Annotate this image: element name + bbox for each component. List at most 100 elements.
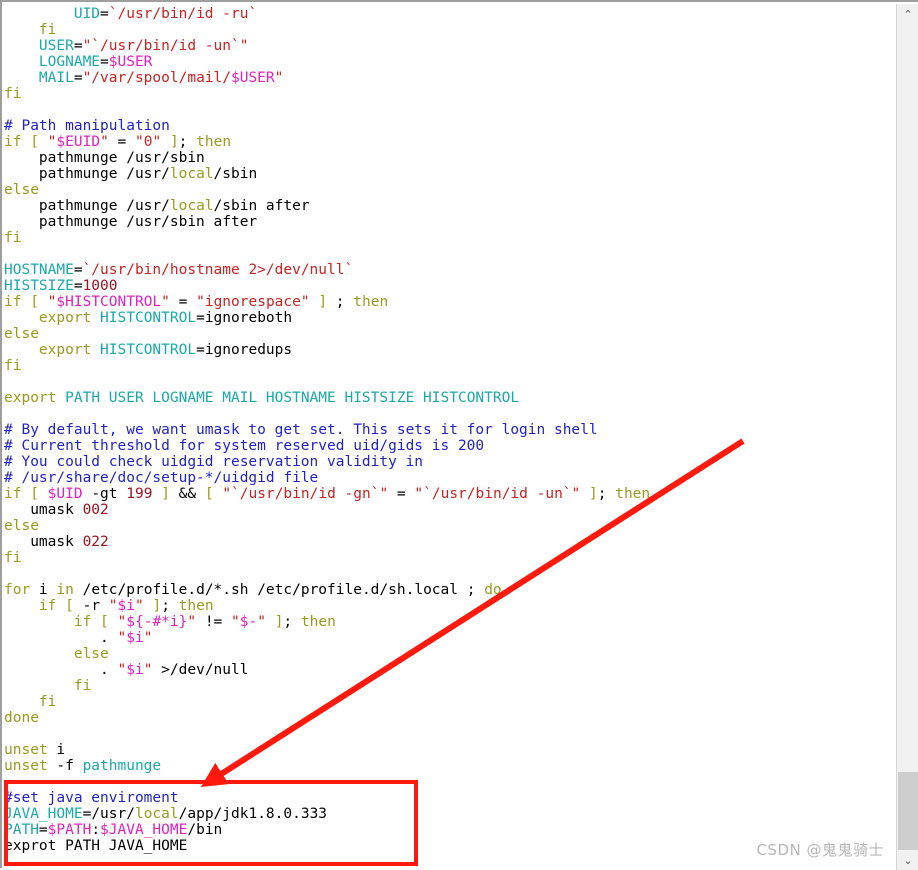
code-token-kw: fi [38,694,57,710]
code-token-dollar: $USER [108,54,153,70]
code-token-var: HISTCONTROL [100,342,197,358]
code-line[interactable]: fi [4,694,892,710]
code-line[interactable]: MAIL="/var/spool/mail/$USER" [4,70,892,86]
code-line[interactable]: PATH=$PATH:$JAVA_HOME/bin [4,822,892,838]
code-token-dollar: $EUID [56,134,101,150]
code-line[interactable]: fi [4,86,892,102]
code-line[interactable]: JAVA_HOME=/usr/local/app/jdk1.8.0.333 [4,806,892,822]
code-line[interactable]: pathmunge /usr/local/sbin [4,166,892,182]
code-line[interactable]: unset -f pathmunge [4,758,892,774]
code-line[interactable]: pathmunge /usr/sbin [4,150,892,166]
code-token-plain: ignoreboth [204,310,293,326]
code-token-var: MAIL [38,70,74,86]
code-token-kw: [ [100,614,109,630]
code-token-dollar: $i [126,662,144,678]
code-line[interactable]: #set java enviroment [4,790,892,806]
code-line[interactable]: else [4,326,892,342]
code-token-plain: : [91,822,101,838]
code-line[interactable]: if [ "$HISTCONTROL" = "ignorespace" ] ; … [4,294,892,310]
code-token-op: = [100,54,109,70]
code-line[interactable]: else [4,646,892,662]
code-token-str: " [257,614,266,630]
code-token-kw: if [4,134,22,150]
scroll-down-icon[interactable]: ⌄ [897,850,918,870]
code-token-str: " [187,614,197,630]
code-line[interactable] [4,566,892,582]
code-token-str: " [231,614,240,630]
code-line[interactable]: pathmunge /usr/sbin after [4,214,892,230]
code-token-kw: [ [65,598,74,614]
scroll-up-icon[interactable]: ⌃ [897,4,918,24]
code-token-plain: ; [161,598,179,614]
vertical-scrollbar[interactable]: ⌃ ⌄ [896,4,918,870]
code-token-cmt: # Path manipulation [4,118,170,134]
code-token-dollar: $JAVA_HOME [100,822,188,838]
code-line[interactable]: export HISTCONTROL=ignoreboth [4,310,892,326]
scrollbar-thumb[interactable] [898,772,918,850]
code-line[interactable] [4,102,892,118]
code-token-str: "`/usr/bin/id -un`" [82,38,249,54]
code-viewport[interactable]: UID=`/usr/bin/id -ru` fi USER="`/usr/bin… [4,4,892,868]
code-line[interactable]: LOGNAME=$USER [4,54,892,70]
code-token-path: local [169,198,214,214]
code-token-kw: fi [4,230,22,246]
code-line[interactable]: else [4,518,892,534]
code-line[interactable]: USER="`/usr/bin/id -un`" [4,38,892,54]
code-token-str: " [161,294,170,310]
code-line[interactable]: unset i [4,742,892,758]
code-token-plain: /usr/ [91,806,135,822]
code-line[interactable] [4,246,892,262]
code-line[interactable]: umask 002 [4,502,892,518]
code-line[interactable]: done [4,710,892,726]
code-line[interactable]: . "$i" [4,630,892,646]
code-line[interactable]: HISTSIZE=1000 [4,278,892,294]
code-line[interactable] [4,774,892,790]
code-token-plain: . [4,662,118,678]
code-token-str: " [143,630,153,646]
code-line[interactable]: fi [4,230,892,246]
code-line[interactable]: export PATH USER LOGNAME MAIL HOSTNAME H… [4,390,892,406]
code-line[interactable]: export HISTCONTROL=ignoredups [4,342,892,358]
code-line[interactable]: if [ "$EUID" = "0" ]; then [4,134,892,150]
code-line[interactable]: HOSTNAME=`/usr/bin/hostname 2>/dev/null` [4,262,892,278]
code-token-op: = [196,310,205,326]
code-line[interactable]: # By default, we want umask to get set. … [4,422,892,438]
code-line[interactable]: else [4,182,892,198]
code-line[interactable]: # Current threshold for system reserved … [4,438,892,454]
code-token-kw: then [615,486,651,502]
code-token-str: " [274,70,284,86]
code-line[interactable]: fi [4,550,892,566]
code-token-num: 1000 [82,278,118,294]
code-token-path: local [169,166,214,182]
code-line[interactable] [4,726,892,742]
code-line[interactable]: for i in /etc/profile.d/*.sh /etc/profil… [4,582,892,598]
code-line[interactable]: fi [4,358,892,374]
code-line[interactable]: # Path manipulation [4,118,892,134]
code-token-kw: else [4,326,39,342]
code-line[interactable]: pathmunge /usr/local/sbin after [4,198,892,214]
code-line[interactable]: umask 022 [4,534,892,550]
code-line[interactable]: if [ $UID -gt 199 ] && [ "`/usr/bin/id -… [4,486,892,502]
code-token-kw: export [38,342,92,358]
code-line[interactable]: fi [4,678,892,694]
code-line[interactable]: # You could check uidgid reservation val… [4,454,892,470]
code-line[interactable] [4,374,892,390]
code-line[interactable]: fi [4,22,892,38]
code-token-op: = [73,38,83,54]
code-token-kw: if [38,598,57,614]
code-token-str: "`/usr/bin/id -gn`" [222,486,389,502]
code-line[interactable]: if [ "${-#*i}" != "$-" ]; then [4,614,892,630]
code-line[interactable]: # /usr/share/doc/setup-*/uidgid file [4,470,892,486]
code-token-var: HISTCONTROL [100,310,197,326]
code-line[interactable]: . "$i" >/dev/null [4,662,892,678]
code-line[interactable]: UID=`/usr/bin/id -ru` [4,6,892,22]
code-line[interactable]: if [ -r "$i" ]; then [4,598,892,614]
code-line[interactable] [4,406,892,422]
